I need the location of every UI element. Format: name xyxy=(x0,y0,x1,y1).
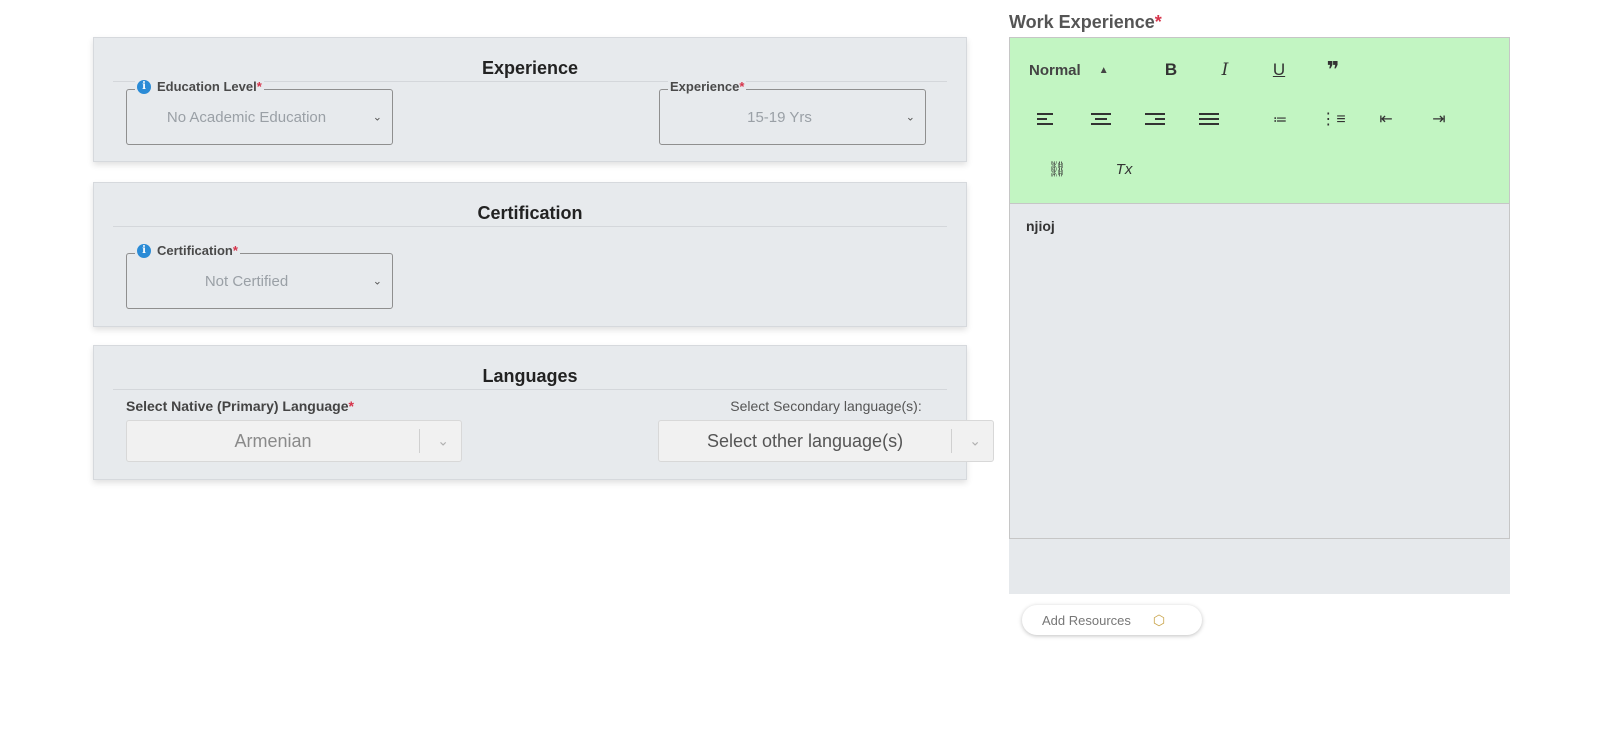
native-language-label: Select Native (Primary) Language* xyxy=(126,398,354,414)
ordered-list-icon[interactable]: ≔ xyxy=(1266,105,1294,133)
select-separator xyxy=(951,429,952,453)
chevron-down-icon: ⌄ xyxy=(905,111,915,124)
select-separator xyxy=(419,429,420,453)
chevron-down-icon: ⌄ xyxy=(372,275,382,288)
education-level-value: No Academic Education xyxy=(166,108,327,126)
work-experience-editor: Normal ▲ B I U ❞ ≔ ⋮≡ ⇤ ⇥ ⛓ Tx njioj xyxy=(1009,37,1510,594)
align-left-icon[interactable] xyxy=(1033,105,1061,133)
format-dropdown[interactable]: Normal ▲ xyxy=(1029,62,1109,79)
align-center-icon[interactable] xyxy=(1087,105,1115,133)
clear-format-button[interactable]: Tx xyxy=(1110,155,1138,183)
bullet-list-icon[interactable]: ⋮≡ xyxy=(1319,105,1347,133)
languages-card-title: Languages xyxy=(113,346,947,390)
hexagon-icon: ⬡ xyxy=(1152,611,1166,628)
certification-select[interactable]: i Certification* Not Certified ⌄ xyxy=(126,243,393,309)
format-dropdown-label: Normal xyxy=(1029,62,1081,79)
native-language-value: Armenian xyxy=(234,430,312,451)
add-resources-label: Add Resources xyxy=(1042,612,1131,628)
chevron-down-icon[interactable]: ⌄ xyxy=(969,433,981,450)
languages-card: Languages Select Native (Primary) Langua… xyxy=(93,345,994,480)
link-button[interactable]: ⛓ xyxy=(1043,155,1071,183)
updown-icon: ▲ xyxy=(1098,65,1109,76)
underline-button[interactable]: U xyxy=(1265,56,1293,84)
work-experience-label: Work Experience* xyxy=(1009,12,1162,32)
certification-value: Not Certified xyxy=(204,272,289,290)
experience-value: 15-19 Yrs xyxy=(747,108,812,126)
certification-card: Certification i Certification* Not Certi… xyxy=(93,182,967,327)
chevron-down-icon[interactable]: ⌄ xyxy=(437,433,449,450)
add-resources-button[interactable]: Add Resources ⬡ xyxy=(1022,605,1202,635)
editor-content[interactable]: njioj xyxy=(1009,204,1510,539)
experience-card-title: Experience xyxy=(113,38,947,82)
outdent-icon[interactable]: ⇤ xyxy=(1372,105,1400,133)
editor-toolbar: Normal ▲ B I U ❞ ≔ ⋮≡ ⇤ ⇥ ⛓ Tx xyxy=(1009,37,1510,204)
secondary-language-label: Select Secondary language(s): xyxy=(730,398,922,414)
required-asterisk: * xyxy=(1154,12,1162,32)
experience-card: Experience i Education Level* No Academi… xyxy=(93,37,967,162)
experience-select[interactable]: Experience* 15-19 Yrs ⌄ xyxy=(659,79,926,145)
certification-card-title: Certification xyxy=(113,183,947,227)
required-asterisk: * xyxy=(348,398,354,414)
align-justify-icon[interactable] xyxy=(1195,105,1223,133)
bold-button[interactable]: B xyxy=(1157,56,1185,84)
chevron-down-icon: ⌄ xyxy=(372,111,382,124)
align-right-icon[interactable] xyxy=(1141,105,1169,133)
quote-button[interactable]: ❞ xyxy=(1319,56,1347,84)
italic-button[interactable]: I xyxy=(1211,56,1239,84)
native-language-select[interactable]: Armenian ⌄ xyxy=(126,420,462,462)
secondary-language-placeholder: Select other language(s) xyxy=(706,430,904,451)
indent-icon[interactable]: ⇥ xyxy=(1425,105,1453,133)
education-level-select[interactable]: i Education Level* No Academic Education… xyxy=(126,79,393,145)
secondary-language-select[interactable]: Select other language(s) ⌄ xyxy=(658,420,994,462)
